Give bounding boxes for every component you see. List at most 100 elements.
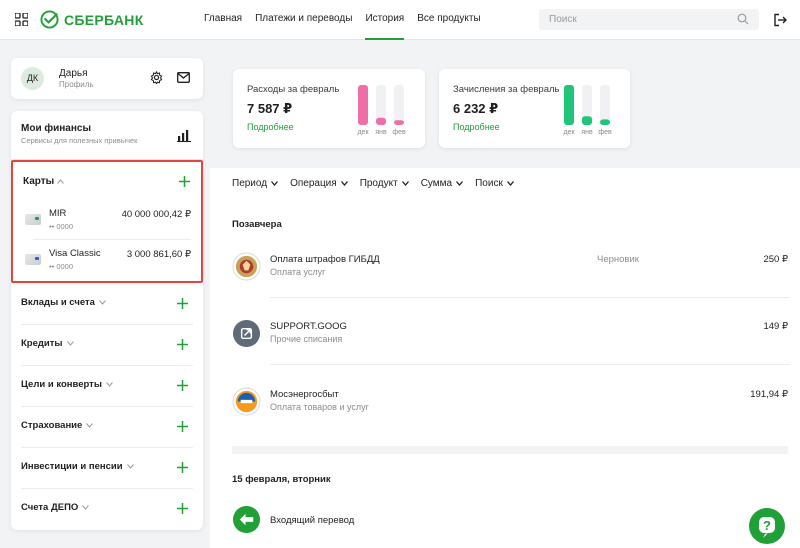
transaction-row[interactable]: Входящий перевод ₽: [232, 500, 790, 548]
transaction-amount: 250 ₽: [763, 254, 788, 265]
group-title: Позавчера: [232, 219, 282, 230]
month-label: дек: [357, 129, 369, 136]
month-label: янв: [375, 129, 387, 136]
svg-text:?: ?: [763, 518, 771, 533]
summary-label: Расходы за февраль: [247, 84, 340, 95]
sidebar-item-depo[interactable]: Счета ДЕПО: [11, 488, 203, 529]
transaction-amount: 149 ₽: [763, 321, 788, 332]
search-icon[interactable]: [737, 13, 749, 25]
logout-icon[interactable]: [773, 13, 787, 27]
sberbank-logo[interactable]: СБЕРБАНК: [40, 10, 144, 29]
section-label: Инвестиции и пенсии: [21, 461, 123, 472]
sidebar-item-credits[interactable]: Кредиты: [11, 324, 203, 365]
filter-amount[interactable]: Сумма: [420, 178, 464, 189]
transaction-row[interactable]: Мосэнергосбыт Оплата товаров и услуг 191…: [232, 381, 790, 431]
chevron-down-icon: [106, 382, 113, 387]
bar-track: [394, 85, 404, 125]
transaction-row[interactable]: Оплата штрафов ГИБДД Оплата услуг Чернов…: [232, 246, 790, 296]
cards-title[interactable]: Карты: [23, 176, 54, 187]
filter-label: Сумма: [420, 178, 453, 189]
group-separator: [232, 446, 788, 454]
sidebar-item-insurance[interactable]: Страхование: [11, 406, 203, 447]
add-plus-icon[interactable]: [177, 380, 188, 391]
transaction-row[interactable]: SUPPORT.GOOG Прочие списания 149 ₽: [232, 313, 790, 363]
card-balance: 40 000 000,42 ₽: [121, 209, 191, 220]
month-bar-дек: [358, 85, 368, 125]
gear-icon[interactable]: [150, 71, 163, 84]
filter-product[interactable]: Продукт: [360, 178, 409, 189]
transaction-category: Оплата товаров и услуг: [270, 402, 369, 412]
add-plus-icon[interactable]: [177, 462, 188, 473]
cards-section: Карты MIR •• 0000 40 000 000,42 ₽ Visa C…: [11, 160, 203, 283]
filter-period[interactable]: Период: [232, 178, 279, 189]
transaction-category: Оплата услуг: [270, 267, 326, 277]
month-label: фев: [598, 129, 612, 136]
help-button[interactable]: ?: [749, 508, 785, 544]
chevron-down-icon: [86, 423, 94, 428]
details-link[interactable]: Подробнее: [247, 122, 294, 132]
brand-name: СБЕРБАНК: [64, 11, 144, 28]
transaction-amount: 191,94 ₽: [750, 389, 788, 400]
chevron-up-icon[interactable]: [57, 179, 64, 184]
chevron-down-icon: [401, 181, 409, 186]
sidebar-item-deposits[interactable]: Вклады и счета: [11, 283, 203, 324]
divider: [33, 239, 191, 240]
transaction-name: SUPPORT.GOOG: [270, 321, 347, 332]
card-number: •• 0000: [49, 262, 74, 271]
filter-label: Период: [232, 178, 268, 189]
section-label: Цели и конверты: [21, 379, 102, 390]
expenses-summary-card[interactable]: Расходы за февраль 7 587 ₽ Подробнее дек…: [233, 69, 425, 148]
card-number: •• 0000: [49, 222, 74, 231]
filter-label: Операция: [290, 178, 337, 189]
sidebar-item-goals[interactable]: Цели и конверты: [11, 365, 203, 406]
income-summary-card[interactable]: Зачисления за февраль 6 232 ₽ Подробнее …: [439, 69, 630, 148]
add-plus-icon[interactable]: [177, 339, 188, 350]
products-sidebar: Карты MIR •• 0000 40 000 000,42 ₽ Visa C…: [11, 160, 203, 530]
bar-track: [600, 85, 610, 125]
transaction-name: Входящий перевод: [270, 515, 355, 526]
top-header: СБЕРБАНК Главная Платежи и переводы Исто…: [0, 0, 800, 40]
summary-value: 7 587 ₽: [247, 101, 293, 116]
mail-icon[interactable]: [177, 72, 190, 83]
add-plus-icon[interactable]: [177, 298, 188, 309]
card-balance: 3 000 861,60 ₽: [126, 249, 191, 260]
apps-grid-icon[interactable]: [15, 13, 28, 26]
month-bar-янв: [582, 116, 592, 125]
nav-history[interactable]: История: [365, 0, 404, 40]
card-item-mir[interactable]: MIR •• 0000 40 000 000,42 ₽: [21, 202, 197, 240]
question-icon: ?: [759, 517, 775, 538]
section-label: Счета ДЕПО: [21, 502, 79, 513]
chevron-down-icon: [456, 181, 464, 186]
add-card-plus-icon[interactable]: [179, 176, 190, 187]
gibdd-emblem-icon: [232, 252, 261, 281]
divider: [270, 364, 790, 365]
transaction-category: Прочие списания: [270, 334, 343, 344]
filter-search[interactable]: Поиск: [475, 178, 514, 189]
search-input[interactable]: [539, 9, 759, 30]
month-bar-янв: [376, 117, 386, 125]
add-plus-icon[interactable]: [177, 503, 188, 514]
filter-label: Продукт: [359, 178, 398, 189]
profile-card[interactable]: ДК Дарья Профиль: [11, 58, 203, 99]
visa-card-icon: [25, 254, 41, 265]
monthly-bars: дек янв фев: [357, 85, 406, 136]
section-label: Вклады и счета: [21, 297, 95, 308]
sidebar-item-investments[interactable]: Инвестиции и пенсии: [11, 447, 203, 488]
incoming-transfer-icon: [232, 505, 261, 534]
add-plus-icon[interactable]: [177, 421, 188, 432]
my-finances-card[interactable]: Мои финансы Сервисы для полезных привыче…: [11, 111, 203, 159]
chevron-down-icon: [506, 181, 514, 186]
nav-home[interactable]: Главная: [204, 0, 242, 40]
profile-subtitle: Профиль: [59, 80, 94, 89]
filter-operation[interactable]: Операция: [290, 178, 348, 189]
nav-payments[interactable]: Платежи и переводы: [255, 0, 352, 40]
nav-all-products[interactable]: Все продукты: [417, 0, 480, 40]
mosenergosbyt-logo-icon: [232, 387, 261, 416]
card-item-visa-classic[interactable]: Visa Classic •• 0000 3 000 861,60 ₽: [21, 242, 197, 280]
group-title: 15 февраля, вторник: [232, 474, 331, 485]
avatar[interactable]: ДК: [21, 67, 44, 90]
details-link[interactable]: Подробнее: [453, 122, 500, 132]
chevron-down-icon: [340, 181, 348, 186]
month-bar-фев: [394, 120, 404, 125]
finances-title: Мои финансы: [21, 123, 92, 134]
